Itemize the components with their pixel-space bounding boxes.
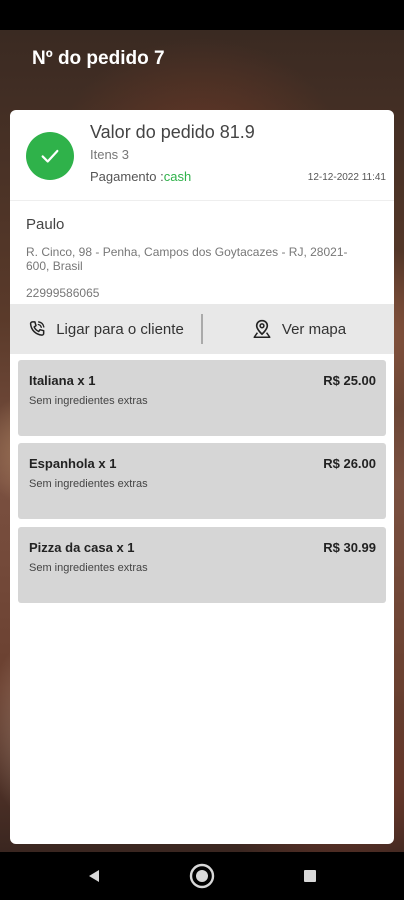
order-item: Italiana x 1 R$ 25.00 Sem ingredientes e… [18,360,386,436]
item-name: Pizza da casa x 1 [29,540,135,555]
view-map-button[interactable]: Ver mapa [203,304,394,354]
page-title: Nº do pedido 7 [32,48,165,69]
items-count: Itens 3 [90,147,130,162]
order-value: Valor do pedido 81.9 [90,122,255,142]
item-price: R$ 30.99 [323,540,376,555]
recents-square-icon[interactable] [290,856,330,896]
item-name: Italiana x 1 [29,373,96,388]
home-circle-icon[interactable] [182,856,222,896]
phone-call-icon [30,321,45,336]
item-extras: Sem ingredientes extras [29,395,148,407]
item-price: R$ 25.00 [323,373,376,388]
item-extras: Sem ingredientes extras [29,562,148,574]
call-customer-button[interactable]: Ligar para o cliente [10,304,201,354]
payment-label: Pagamento : [90,169,164,184]
back-triangle-icon[interactable] [74,856,114,896]
check-icon [26,132,74,180]
customer-info: Paulo R. Cinco, 98 - Penha, Campos dos G… [10,201,394,308]
payment-info: Pagamento :cash [90,169,191,184]
customer-address: R. Cinco, 98 - Penha, Campos dos Goytaca… [26,245,348,273]
item-extras: Sem ingredientes extras [29,478,148,490]
order-item: Espanhola x 1 R$ 26.00 Sem ingredientes … [18,443,386,519]
item-price: R$ 26.00 [323,456,376,471]
call-customer-label: Ligar para o cliente [56,320,184,338]
order-card: Valor do pedido 81.9 Itens 3 Pagamento :… [10,110,394,844]
status-bar [0,0,404,30]
item-name: Espanhola x 1 [29,456,117,471]
order-item: Pizza da casa x 1 R$ 30.99 Sem ingredien… [18,527,386,603]
customer-phone: 22999586065 [26,286,100,300]
system-nav-bar [0,852,404,900]
map-pin-icon [253,319,271,338]
action-bar: Ligar para o cliente Ver mapa [10,304,394,354]
view-map-label: Ver mapa [281,320,347,338]
customer-name: Paulo [26,216,65,233]
payment-method: cash [163,169,192,184]
order-summary: Valor do pedido 81.9 Itens 3 Pagamento :… [10,110,394,201]
order-timestamp: 12-12-2022 11:41 [307,172,386,183]
